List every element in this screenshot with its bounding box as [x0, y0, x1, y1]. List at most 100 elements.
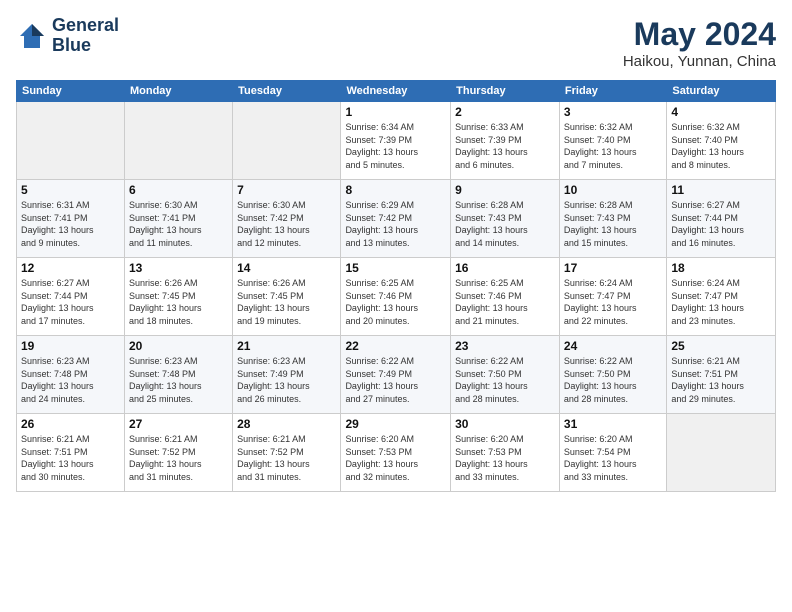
day-number: 31 — [564, 417, 662, 431]
day-number: 20 — [129, 339, 228, 353]
day-info: Sunrise: 6:21 AM Sunset: 7:51 PM Dayligh… — [21, 433, 120, 483]
day-number: 12 — [21, 261, 120, 275]
day-number: 17 — [564, 261, 662, 275]
day-number: 14 — [237, 261, 336, 275]
title-block: May 2024 Haikou, Yunnan, China — [623, 16, 776, 70]
day-number: 21 — [237, 339, 336, 353]
location: Haikou, Yunnan, China — [623, 53, 776, 70]
calendar-cell: 8 Sunrise: 6:29 AM Sunset: 7:42 PM Daylig… — [341, 180, 451, 258]
day-info: Sunrise: 6:29 AM Sunset: 7:42 PM Dayligh… — [345, 199, 446, 249]
calendar-cell: 19 Sunrise: 6:23 AM Sunset: 7:48 PM Dayli… — [17, 336, 125, 414]
calendar-cell: 10 Sunrise: 6:28 AM Sunset: 7:43 PM Dayli… — [559, 180, 666, 258]
header: General Blue May 2024 Haikou, Yunnan, Ch… — [16, 16, 776, 70]
day-number: 28 — [237, 417, 336, 431]
day-number: 7 — [237, 183, 336, 197]
calendar-cell: 3Sunrise: 6:32 AM Sunset: 7:40 PM Daylig… — [559, 102, 666, 180]
month-year: May 2024 — [623, 16, 776, 53]
calendar-cell: 27 Sunrise: 6:21 AM Sunset: 7:52 PM Dayli… — [124, 414, 232, 492]
day-info: Sunrise: 6:28 AM Sunset: 7:43 PM Dayligh… — [564, 199, 662, 249]
day-number: 10 — [564, 183, 662, 197]
day-number: 13 — [129, 261, 228, 275]
day-number: 27 — [129, 417, 228, 431]
calendar-cell — [667, 414, 776, 492]
calendar-cell: 28 Sunrise: 6:21 AM Sunset: 7:52 PM Dayli… — [233, 414, 341, 492]
calendar-cell: 12 Sunrise: 6:27 AM Sunset: 7:44 PM Dayli… — [17, 258, 125, 336]
day-number: 4 — [671, 105, 771, 119]
day-info: Sunrise: 6:34 AM Sunset: 7:39 PM Dayligh… — [345, 121, 446, 171]
day-number: 19 — [21, 339, 120, 353]
calendar-week-row: 19 Sunrise: 6:23 AM Sunset: 7:48 PM Dayli… — [17, 336, 776, 414]
calendar-day-header: Friday — [559, 81, 666, 102]
calendar-cell: 11 Sunrise: 6:27 AM Sunset: 7:44 PM Dayli… — [667, 180, 776, 258]
day-info: Sunrise: 6:23 AM Sunset: 7:49 PM Dayligh… — [237, 355, 336, 405]
day-number: 18 — [671, 261, 771, 275]
calendar-cell: 29 Sunrise: 6:20 AM Sunset: 7:53 PM Dayli… — [341, 414, 451, 492]
calendar-cell: 7 Sunrise: 6:30 AM Sunset: 7:42 PM Daylig… — [233, 180, 341, 258]
day-info: Sunrise: 6:22 AM Sunset: 7:50 PM Dayligh… — [564, 355, 662, 405]
calendar-cell: 1 Sunrise: 6:34 AM Sunset: 7:39 PM Daylig… — [341, 102, 451, 180]
logo: General Blue — [16, 16, 119, 56]
calendar-cell: 9 Sunrise: 6:28 AM Sunset: 7:43 PM Daylig… — [451, 180, 560, 258]
day-info: Sunrise: 6:30 AM Sunset: 7:42 PM Dayligh… — [237, 199, 336, 249]
day-info: Sunrise: 6:20 AM Sunset: 7:53 PM Dayligh… — [455, 433, 555, 483]
day-info: Sunrise: 6:21 AM Sunset: 7:52 PM Dayligh… — [237, 433, 336, 483]
day-info: Sunrise: 6:24 AM Sunset: 7:47 PM Dayligh… — [564, 277, 662, 327]
logo-text: General Blue — [52, 16, 119, 56]
day-info: Sunrise: 6:32 AM Sunset: 7:40 PM Dayligh… — [671, 121, 771, 171]
day-number: 29 — [345, 417, 446, 431]
day-number: 6 — [129, 183, 228, 197]
day-info: Sunrise: 6:33 AM Sunset: 7:39 PM Dayligh… — [455, 121, 555, 171]
day-info: Sunrise: 6:25 AM Sunset: 7:46 PM Dayligh… — [455, 277, 555, 327]
day-info: Sunrise: 6:30 AM Sunset: 7:41 PM Dayligh… — [129, 199, 228, 249]
calendar-cell — [17, 102, 125, 180]
day-info: Sunrise: 6:28 AM Sunset: 7:43 PM Dayligh… — [455, 199, 555, 249]
day-number: 9 — [455, 183, 555, 197]
day-number: 1 — [345, 105, 446, 119]
day-number: 3 — [564, 105, 662, 119]
day-info: Sunrise: 6:31 AM Sunset: 7:41 PM Dayligh… — [21, 199, 120, 249]
day-number: 30 — [455, 417, 555, 431]
calendar-week-row: 5 Sunrise: 6:31 AM Sunset: 7:41 PM Daylig… — [17, 180, 776, 258]
day-info: Sunrise: 6:24 AM Sunset: 7:47 PM Dayligh… — [671, 277, 771, 327]
calendar-cell: 23Sunrise: 6:22 AM Sunset: 7:50 PM Dayli… — [451, 336, 560, 414]
calendar-page: General Blue May 2024 Haikou, Yunnan, Ch… — [0, 0, 792, 612]
day-number: 26 — [21, 417, 120, 431]
calendar-cell: 30 Sunrise: 6:20 AM Sunset: 7:53 PM Dayli… — [451, 414, 560, 492]
calendar-day-header: Sunday — [17, 81, 125, 102]
day-number: 15 — [345, 261, 446, 275]
day-info: Sunrise: 6:20 AM Sunset: 7:54 PM Dayligh… — [564, 433, 662, 483]
day-info: Sunrise: 6:20 AM Sunset: 7:53 PM Dayligh… — [345, 433, 446, 483]
calendar-header-row: SundayMondayTuesdayWednesdayThursdayFrid… — [17, 81, 776, 102]
calendar-cell: 25 Sunrise: 6:21 AM Sunset: 7:51 PM Dayli… — [667, 336, 776, 414]
calendar-day-header: Thursday — [451, 81, 560, 102]
calendar-cell: 20 Sunrise: 6:23 AM Sunset: 7:48 PM Dayli… — [124, 336, 232, 414]
calendar-day-header: Monday — [124, 81, 232, 102]
day-info: Sunrise: 6:23 AM Sunset: 7:48 PM Dayligh… — [129, 355, 228, 405]
calendar-table: SundayMondayTuesdayWednesdayThursdayFrid… — [16, 80, 776, 492]
day-info: Sunrise: 6:26 AM Sunset: 7:45 PM Dayligh… — [237, 277, 336, 327]
day-number: 11 — [671, 183, 771, 197]
calendar-day-header: Saturday — [667, 81, 776, 102]
day-number: 25 — [671, 339, 771, 353]
day-info: Sunrise: 6:21 AM Sunset: 7:51 PM Dayligh… — [671, 355, 771, 405]
day-info: Sunrise: 6:27 AM Sunset: 7:44 PM Dayligh… — [21, 277, 120, 327]
day-number: 8 — [345, 183, 446, 197]
calendar-cell: 26 Sunrise: 6:21 AM Sunset: 7:51 PM Dayli… — [17, 414, 125, 492]
calendar-cell — [233, 102, 341, 180]
day-info: Sunrise: 6:21 AM Sunset: 7:52 PM Dayligh… — [129, 433, 228, 483]
calendar-week-row: 1 Sunrise: 6:34 AM Sunset: 7:39 PM Daylig… — [17, 102, 776, 180]
day-number: 23 — [455, 339, 555, 353]
calendar-week-row: 26 Sunrise: 6:21 AM Sunset: 7:51 PM Dayli… — [17, 414, 776, 492]
day-number: 5 — [21, 183, 120, 197]
calendar-day-header: Wednesday — [341, 81, 451, 102]
calendar-cell: 6 Sunrise: 6:30 AM Sunset: 7:41 PM Daylig… — [124, 180, 232, 258]
day-info: Sunrise: 6:27 AM Sunset: 7:44 PM Dayligh… — [671, 199, 771, 249]
calendar-cell — [124, 102, 232, 180]
calendar-cell: 24 Sunrise: 6:22 AM Sunset: 7:50 PM Dayli… — [559, 336, 666, 414]
calendar-cell: 22Sunrise: 6:22 AM Sunset: 7:49 PM Dayli… — [341, 336, 451, 414]
calendar-week-row: 12 Sunrise: 6:27 AM Sunset: 7:44 PM Dayli… — [17, 258, 776, 336]
day-number: 24 — [564, 339, 662, 353]
day-number: 22 — [345, 339, 446, 353]
day-info: Sunrise: 6:23 AM Sunset: 7:48 PM Dayligh… — [21, 355, 120, 405]
calendar-cell: 13Sunrise: 6:26 AM Sunset: 7:45 PM Dayli… — [124, 258, 232, 336]
